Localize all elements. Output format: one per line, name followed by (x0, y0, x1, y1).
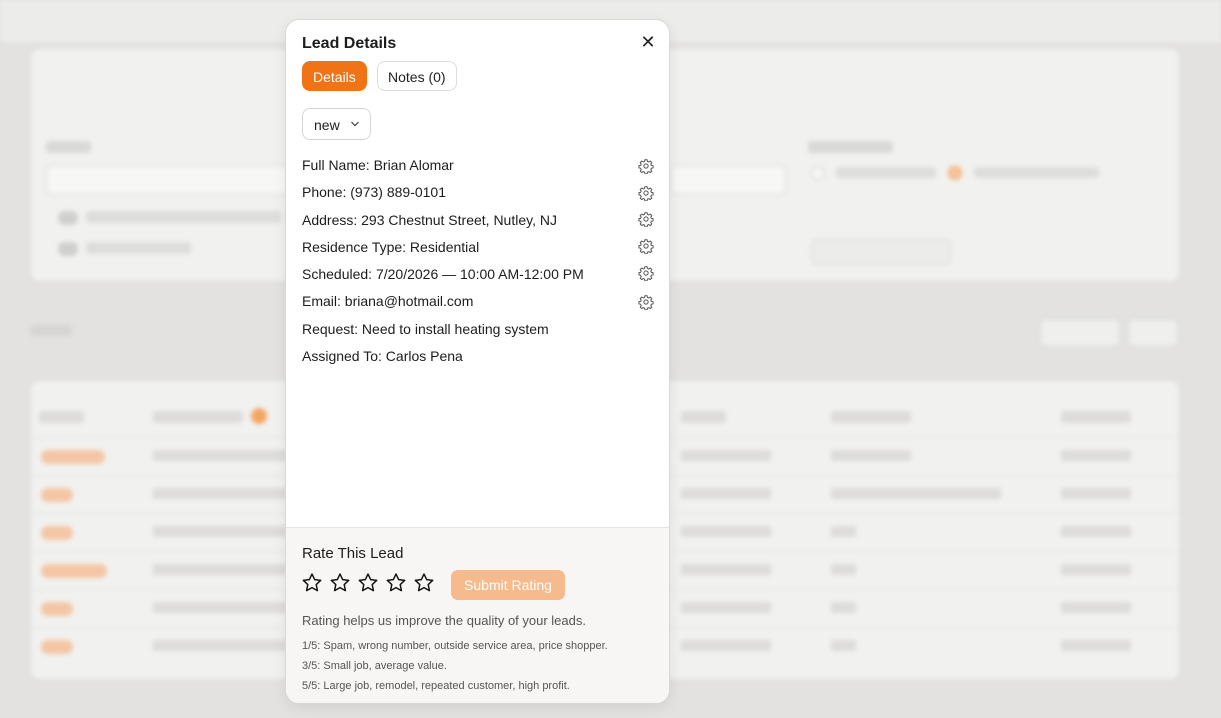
tab-notes[interactable]: Notes (0) (377, 61, 457, 91)
status-select-value: new (314, 117, 340, 133)
rating-note: 1/5: Spam, wrong number, outside service… (302, 640, 608, 652)
toggle-label-blur (86, 211, 281, 223)
table-header-blur (39, 411, 84, 423)
chevron-down-icon (351, 121, 359, 127)
table-header-blur (1061, 411, 1131, 423)
page-info-blur (30, 325, 72, 336)
toggle-blur (58, 211, 78, 225)
radio-blur-selected (948, 166, 962, 180)
status-select[interactable]: new (302, 108, 371, 140)
table-header-blur (153, 411, 243, 423)
gear-icon[interactable] (638, 211, 654, 227)
radio-label-blur (836, 167, 936, 178)
rating-helper-text: Rating helps us improve the quality of y… (302, 613, 586, 628)
phone-field: Phone: (973) 889-0101 (302, 184, 446, 200)
residence-type-field: Residence Type: Residential (302, 239, 480, 255)
full-name-field: Full Name: Brian Alomar (302, 157, 454, 173)
date-select-blur (671, 165, 786, 195)
email-field: Email: briana@hotmail.com (302, 293, 474, 309)
request-field: Request: Need to install heating system (302, 321, 549, 337)
rating-note: 5/5: Large job, remodel, repeated custom… (302, 680, 570, 692)
radio-blur (811, 166, 825, 180)
scheduled-field: Scheduled: 7/20/2026 — 10:00 AM-12:00 PM (302, 266, 584, 282)
status-label-blur (46, 141, 91, 153)
star-icon[interactable] (329, 572, 351, 594)
save-filter-button-blur (811, 239, 951, 265)
pager-next-blur (1128, 319, 1178, 347)
table-header-blur (831, 411, 911, 423)
filter-date-label-blur (808, 141, 893, 153)
pager-prev-blur (1040, 319, 1120, 347)
rate-lead-section: Rate This Lead Submit Rating Rating help… (286, 527, 669, 703)
star-icon[interactable] (413, 572, 435, 594)
rating-note: 3/5: Small job, average value. (302, 660, 447, 672)
toggle-blur (58, 242, 78, 256)
gear-icon[interactable] (638, 238, 654, 254)
toggle-label-blur (86, 242, 191, 254)
star-icon[interactable] (385, 572, 407, 594)
gear-icon[interactable] (638, 294, 654, 310)
gear-icon[interactable] (638, 158, 654, 174)
sort-icon (251, 408, 267, 424)
star-icon[interactable] (357, 572, 379, 594)
address-field: Address: 293 Chestnut Street, Nutley, NJ (302, 212, 557, 228)
status-select-blur (46, 165, 306, 195)
lead-details-modal: Lead Details ✕ Details Notes (0) new Ful… (285, 19, 670, 704)
rate-lead-title: Rate This Lead (302, 545, 404, 562)
submit-rating-button[interactable]: Submit Rating (451, 570, 565, 600)
star-icon[interactable] (301, 572, 323, 594)
radio-label-blur (974, 167, 1099, 178)
gear-icon[interactable] (638, 185, 654, 201)
gear-icon[interactable] (638, 265, 654, 281)
tab-details[interactable]: Details (302, 61, 367, 91)
assigned-to-field: Assigned To: Carlos Pena (302, 348, 463, 364)
close-icon[interactable]: ✕ (640, 33, 656, 51)
modal-title: Lead Details (302, 35, 397, 52)
table-header-blur (681, 411, 726, 423)
